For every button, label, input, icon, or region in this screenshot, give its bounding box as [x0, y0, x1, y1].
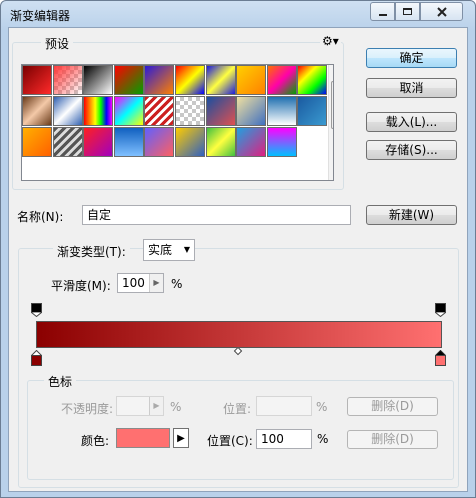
scroll-down-arrow-icon[interactable]: ▼: [333, 166, 334, 175]
color-position-label: 位置(C):: [207, 434, 253, 448]
smoothness-arrow-button[interactable]: ▶: [149, 274, 163, 292]
scroll-up-arrow-icon[interactable]: ▲: [333, 68, 334, 77]
preset-scrollbar[interactable]: ▲ ≡ ▼: [328, 65, 334, 180]
color-stop-left[interactable]: [30, 349, 43, 366]
gradient-type-label: 渐变类型(T):: [53, 243, 130, 260]
preset-swatch[interactable]: [175, 96, 205, 126]
preset-swatch[interactable]: [266, 127, 297, 157]
opacity-position-unit: %: [316, 400, 328, 414]
smoothness-input[interactable]: 100 ▶: [117, 273, 164, 293]
preset-swatch[interactable]: [266, 96, 297, 126]
play-arrow-icon: ▶: [177, 432, 185, 444]
smoothness-label: 平滑度(M):: [51, 279, 111, 293]
color-stop-icon: [30, 349, 43, 366]
load-button[interactable]: 载入(L)...: [366, 112, 457, 132]
close-button[interactable]: [420, 2, 463, 21]
smoothness-unit: %: [171, 277, 183, 291]
preset-swatch[interactable]: [113, 127, 144, 157]
preset-swatch[interactable]: [236, 127, 267, 157]
preset-swatch[interactable]: [22, 65, 52, 95]
preset-swatch[interactable]: [205, 96, 236, 126]
gradient-type-value: 实底: [148, 243, 173, 257]
opacity-position-label: 位置:: [223, 402, 252, 416]
preset-swatch[interactable]: [83, 96, 114, 126]
window-title: 渐变编辑器: [10, 9, 71, 23]
color-stops-label: 色标: [44, 373, 77, 390]
opacity-position-input[interactable]: [256, 396, 312, 416]
color-label: 颜色:: [81, 434, 110, 448]
preset-swatch[interactable]: [236, 96, 267, 126]
maximize-button[interactable]: [395, 2, 420, 21]
preset-swatch[interactable]: [83, 127, 114, 157]
color-position-input[interactable]: 100: [256, 429, 312, 449]
preset-swatch[interactable]: [175, 65, 205, 95]
preset-swatch[interactable]: [144, 65, 175, 95]
title-bar: 渐变编辑器: [1, 1, 475, 27]
stop-color-swatch[interactable]: [116, 428, 170, 448]
opacity-stop-icon: [435, 303, 446, 318]
preset-swatch[interactable]: [52, 127, 83, 157]
chevron-down-icon: ▼: [183, 245, 190, 254]
minimize-icon: [378, 13, 387, 16]
new-button[interactable]: 新建(W): [366, 205, 457, 225]
preset-swatch[interactable]: [113, 96, 144, 126]
presets-label: 预设: [41, 35, 74, 52]
preset-swatch[interactable]: [205, 127, 236, 157]
opacity-stop-left[interactable]: [31, 303, 42, 318]
preset-swatch[interactable]: [83, 65, 114, 95]
color-position-unit: %: [317, 432, 329, 446]
preset-swatch-grid: ▲ ≡ ▼: [21, 64, 334, 181]
chevron-right-icon: ▶: [153, 278, 160, 287]
color-picker-arrow-button[interactable]: ▶: [173, 428, 189, 448]
gradient-editor-window: 渐变编辑器 预设 ⚙▾ ▲ ≡ ▼ 确定 取消 载入(L)... 存储(S)..…: [0, 0, 476, 498]
scroll-thumb[interactable]: ≡: [331, 81, 333, 129]
preset-swatch[interactable]: [297, 65, 328, 95]
name-input[interactable]: 自定: [82, 205, 351, 225]
close-icon: [436, 6, 447, 17]
color-stop-right[interactable]: [434, 349, 447, 366]
gradient-type-select[interactable]: 实底 ▼: [143, 239, 195, 261]
preset-swatch[interactable]: [144, 127, 175, 157]
maximize-icon: [403, 8, 412, 15]
dialog-body: 预设 ⚙▾ ▲ ≡ ▼ 确定 取消 载入(L)... 存储(S)... 名称(N…: [8, 27, 468, 492]
opacity-input[interactable]: ▶: [116, 396, 164, 416]
smoothness-value: 100: [122, 276, 145, 290]
preset-swatch[interactable]: [236, 65, 267, 95]
preset-swatch[interactable]: [297, 96, 328, 126]
opacity-unit: %: [170, 400, 182, 414]
opacity-stop-icon: [31, 303, 42, 318]
chevron-right-icon: ▶: [153, 401, 160, 410]
opacity-label: 不透明度:: [61, 402, 114, 416]
preset-swatch[interactable]: [52, 65, 83, 95]
delete-color-stop-button[interactable]: 删除(D): [347, 430, 438, 449]
preset-swatch[interactable]: [22, 96, 52, 126]
preset-swatch[interactable]: [266, 65, 297, 95]
color-stop-selected-icon: [434, 349, 447, 366]
opacity-arrow-button[interactable]: ▶: [149, 397, 163, 415]
preset-swatch[interactable]: [205, 65, 236, 95]
minimize-button[interactable]: [370, 2, 395, 21]
delete-opacity-stop-button[interactable]: 删除(D): [347, 397, 438, 416]
name-label: 名称(N):: [17, 210, 64, 224]
preset-swatch[interactable]: [113, 65, 144, 95]
preset-swatch[interactable]: [22, 127, 52, 157]
preset-swatch[interactable]: [144, 96, 175, 126]
ok-button[interactable]: 确定: [366, 48, 457, 68]
cancel-button[interactable]: 取消: [366, 78, 457, 98]
preset-swatch[interactable]: [175, 127, 205, 157]
preset-swatch[interactable]: [52, 96, 83, 126]
opacity-stop-right[interactable]: [435, 303, 446, 318]
save-button[interactable]: 存储(S)...: [366, 140, 457, 160]
gradient-preview-bar[interactable]: [36, 321, 442, 348]
gear-icon[interactable]: ⚙▾: [320, 34, 341, 48]
